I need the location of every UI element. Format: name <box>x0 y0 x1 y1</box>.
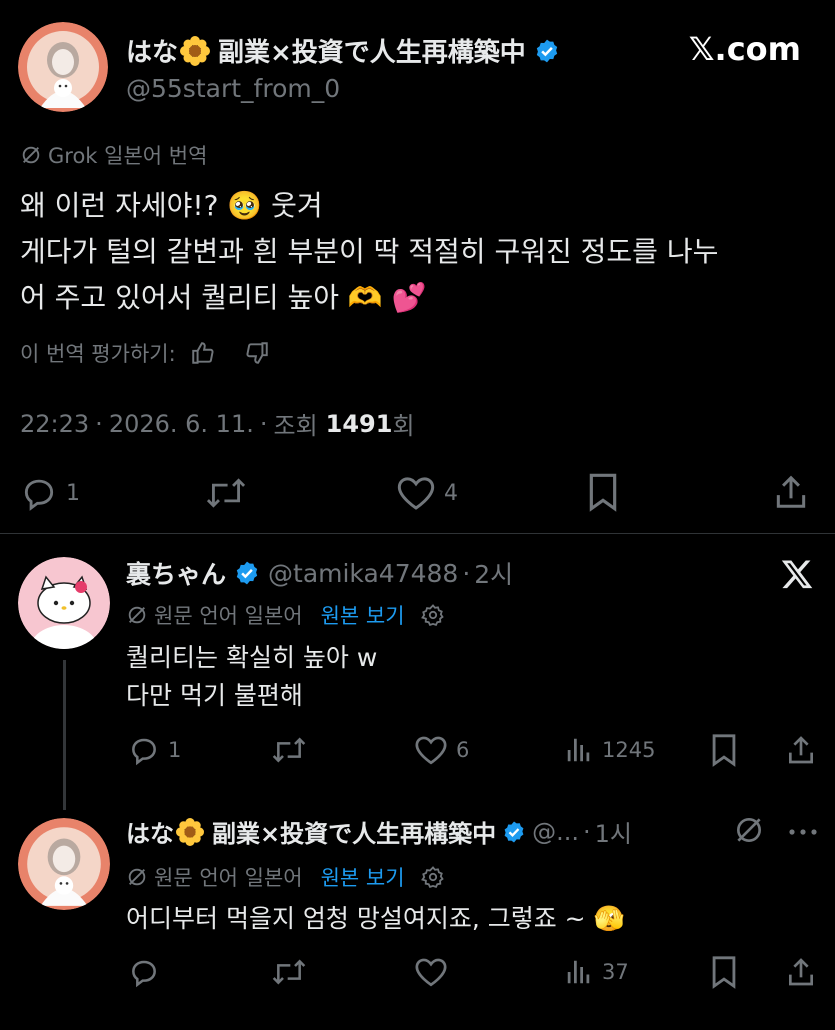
post-meta-row: 22:23 · 2026. 6. 11. · 조회 1491 회 <box>20 406 415 441</box>
heart-icon <box>396 474 436 512</box>
reply1-header: 裏ちゃん @tamika47488 · 2시 <box>126 555 513 591</box>
reply1-lang-row: 원문 언어 일본어 원본 보기 <box>126 600 445 630</box>
share-icon <box>785 955 817 989</box>
author-name-row[interactable]: はな 副業×投資で人生再構築中 <box>126 32 560 69</box>
share-icon <box>772 472 810 512</box>
like-button[interactable]: 6 <box>414 734 469 766</box>
repost-button[interactable] <box>270 734 308 766</box>
reply-icon <box>128 734 160 766</box>
share-button[interactable] <box>785 955 817 989</box>
repost-icon <box>270 734 308 766</box>
show-original-link[interactable]: 원본 보기 <box>321 862 405 892</box>
post-time[interactable]: 22:23 <box>20 410 89 438</box>
view-count: 37 <box>602 960 629 984</box>
post-date[interactable]: 2026. 6. 11. <box>109 410 254 438</box>
bookmark-button[interactable] <box>709 733 739 767</box>
views-prefix: 조회 <box>273 412 318 440</box>
reply2-time[interactable]: 1시 <box>595 814 632 849</box>
repost-button[interactable] <box>204 474 248 512</box>
views-suffix: 회 <box>392 412 415 440</box>
sunflower-icon <box>176 817 204 846</box>
reply-count: 1 <box>168 738 182 762</box>
like-button[interactable]: 4 <box>396 474 458 512</box>
avatar[interactable] <box>18 818 110 910</box>
thumbs-down-icon[interactable] <box>244 340 270 366</box>
post-text-line-1: 왜 이런 자세야!? 🥹 웃겨 <box>20 189 323 222</box>
like-count: 6 <box>456 738 470 762</box>
share-icon <box>785 733 817 767</box>
reply-button[interactable]: 1 <box>20 474 80 512</box>
repost-icon <box>270 956 308 988</box>
heart-icon <box>414 734 448 766</box>
display-name[interactable]: 裏ちゃん <box>126 555 226 591</box>
settings-gear-icon[interactable] <box>420 603 445 627</box>
view-count: 1245 <box>602 738 656 762</box>
translation-label: Grok 일본어 번역 <box>48 144 208 168</box>
reply2-handle[interactable]: @... <box>532 818 579 846</box>
views-button[interactable]: 1245 <box>564 734 655 766</box>
verified-badge-icon <box>534 38 560 64</box>
reply-button[interactable] <box>128 956 160 988</box>
verified-badge-icon <box>234 560 260 586</box>
reply-icon <box>128 956 160 988</box>
divider <box>0 533 835 534</box>
reply1-text-line-1: 퀄리티는 확실히 높아 w <box>126 643 378 672</box>
reply2-text: 어디부터 먹을지 엄청 망설여지죠, 그렇죠 ~ 🫣 <box>126 904 625 933</box>
rate-translation-row: 이 번역 평가하기: <box>20 338 270 368</box>
bookmark-icon <box>709 955 739 989</box>
verified-badge-icon <box>502 820 526 844</box>
x-logo-icon <box>779 557 815 591</box>
avatar[interactable] <box>18 22 108 112</box>
bookmark-icon <box>709 733 739 767</box>
display-name[interactable]: はな <box>126 814 174 849</box>
lang-label: 원문 언어 일본어 <box>154 866 303 890</box>
heart-icon <box>414 956 448 988</box>
reply1-time[interactable]: 2시 <box>474 555 513 591</box>
translation-label-row: Grok 일본어 번역 <box>20 140 207 170</box>
post-text-line-3: 어 주고 있어서 퀄리티 높아 🫶 💕 <box>20 281 427 314</box>
grok-icon[interactable] <box>733 814 765 846</box>
show-original-link[interactable]: 원본 보기 <box>321 600 405 630</box>
share-button[interactable] <box>772 472 810 512</box>
rate-translation-label: 이 번역 평가하기: <box>20 342 176 366</box>
like-count: 4 <box>444 480 458 506</box>
display-name-suffix[interactable]: 副業×投資で人生再構築中 <box>218 32 526 69</box>
bar-chart-icon <box>564 734 594 766</box>
bookmark-button[interactable] <box>586 472 620 512</box>
sunflower-icon <box>180 35 211 66</box>
reply1-handle[interactable]: @tamika47488 <box>268 559 458 588</box>
settings-gear-icon[interactable] <box>420 865 445 889</box>
repost-icon <box>204 474 248 512</box>
bar-chart-icon <box>564 956 594 988</box>
bookmark-button[interactable] <box>709 955 739 989</box>
avatar[interactable] <box>18 557 110 649</box>
reply2-header: はな 副業×投資で人生再構築中 @... · 1시 <box>126 814 632 849</box>
reply1-text-line-2: 다만 먹기 불편해 <box>126 681 303 710</box>
reply-button[interactable]: 1 <box>128 734 181 766</box>
reply-count: 1 <box>66 480 80 506</box>
reply-icon <box>20 474 58 512</box>
bookmark-icon <box>586 472 620 512</box>
display-name[interactable]: はな <box>126 32 178 69</box>
views-button[interactable]: 37 <box>564 956 629 988</box>
display-name-suffix[interactable]: 副業×投資で人生再構築中 <box>212 814 496 849</box>
grok-icon <box>20 144 42 166</box>
author-handle[interactable]: @55start_from_0 <box>126 74 340 103</box>
thumbs-up-icon[interactable] <box>190 340 216 366</box>
post-text-line-2: 게다가 털의 갈변과 흰 부분이 딱 적절히 구워진 정도를 나누 <box>20 235 719 268</box>
grok-icon <box>126 866 148 888</box>
like-button[interactable] <box>414 956 448 988</box>
repost-button[interactable] <box>270 956 308 988</box>
x-watermark: 𝕏.com <box>688 30 801 68</box>
views-count: 1491 <box>325 409 393 438</box>
grok-icon <box>126 604 148 626</box>
lang-label: 원문 언어 일본어 <box>154 604 303 628</box>
share-button[interactable] <box>785 733 817 767</box>
thread-line <box>63 660 66 810</box>
reply2-lang-row: 원문 언어 일본어 원본 보기 <box>126 862 445 892</box>
more-options-icon[interactable] <box>788 828 818 836</box>
